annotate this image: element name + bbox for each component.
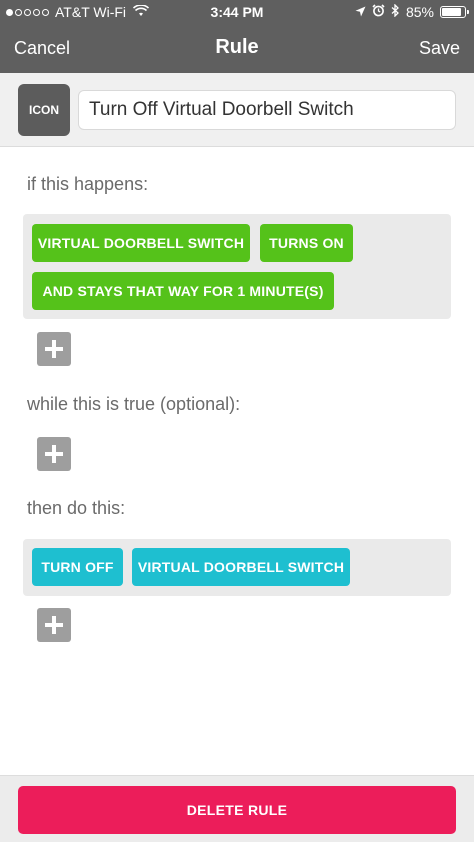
action-tag-device[interactable]: VIRTUAL DOORBELL SWITCH	[132, 548, 350, 586]
save-button[interactable]: Save	[419, 38, 460, 59]
status-bar: AT&T Wi-Fi 3:44 PM 85%	[0, 0, 474, 24]
location-arrow-icon	[355, 4, 366, 20]
trigger-tray: VIRTUAL DOORBELL SWITCH TURNS ON AND STA…	[23, 214, 451, 319]
trigger-tag-duration[interactable]: AND STAYS THAT WAY FOR 1 MINUTE(S)	[32, 272, 334, 310]
add-trigger-button[interactable]	[37, 332, 71, 366]
battery-icon	[440, 6, 469, 18]
rule-header: ICON	[0, 73, 474, 147]
status-right: 85%	[355, 3, 469, 20]
rule-name-input[interactable]	[78, 90, 456, 130]
battery-percent: 85%	[405, 4, 434, 20]
condition-section-label: while this is true (optional):	[27, 394, 241, 414]
add-action-button[interactable]	[37, 608, 71, 642]
battery-fill	[442, 8, 461, 16]
bluetooth-icon	[391, 3, 400, 20]
action-tray: TURN OFF VIRTUAL DOORBELL SWITCH	[23, 539, 451, 596]
trigger-tag-device[interactable]: VIRTUAL DOORBELL SWITCH	[32, 224, 250, 262]
add-condition-button[interactable]	[37, 437, 71, 471]
action-section-label: then do this:	[27, 498, 126, 518]
action-tag-command[interactable]: TURN OFF	[32, 548, 123, 586]
nav-bar: Cancel Rule Save	[0, 28, 474, 70]
rule-icon-button[interactable]: ICON	[18, 84, 70, 136]
trigger-tag-event[interactable]: TURNS ON	[260, 224, 353, 262]
delete-rule-button[interactable]: DELETE RULE	[18, 786, 456, 834]
footer: DELETE RULE	[0, 775, 474, 842]
page-title: Rule	[215, 36, 259, 58]
alarm-clock-icon	[372, 4, 385, 20]
top-bar: AT&T Wi-Fi 3:44 PM 85% Cancel Rule Save	[0, 0, 474, 73]
trigger-section-label: if this happens:	[27, 174, 149, 194]
